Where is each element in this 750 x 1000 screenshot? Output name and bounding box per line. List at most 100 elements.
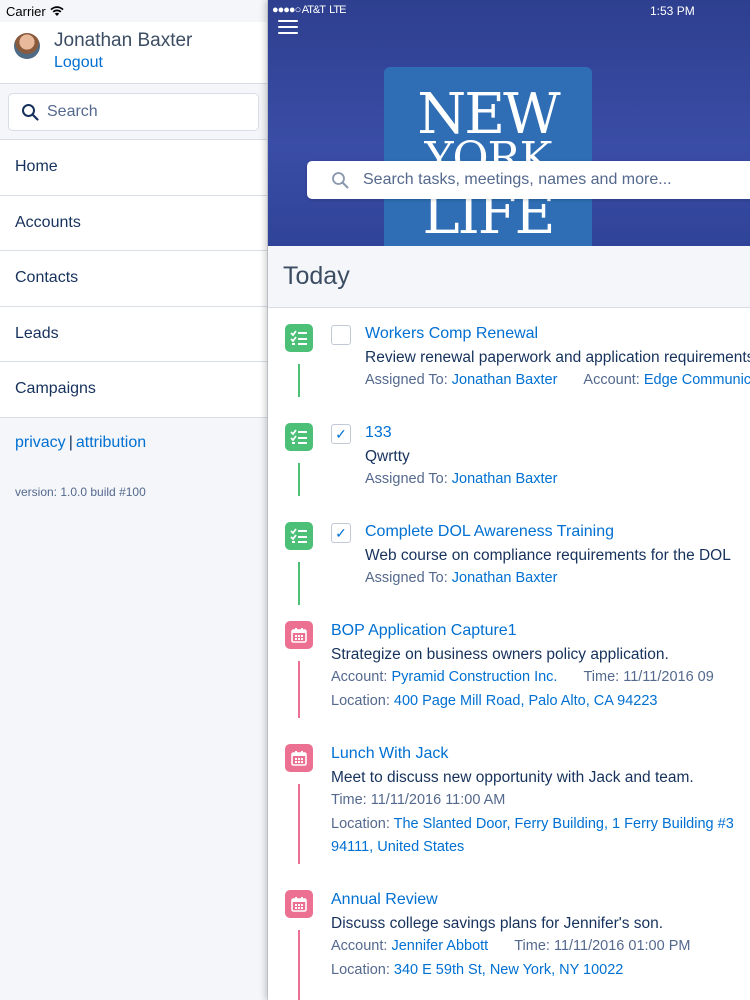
- clock: 1:53 PM: [650, 4, 695, 18]
- device-status-bar: ●●●●○ AT&T LTE 1:53 PM: [268, 0, 750, 20]
- event-time: 11/11/2016 11:00 AM: [370, 792, 506, 808]
- time-label: Time:: [583, 669, 620, 685]
- event-title[interactable]: Annual Review: [331, 888, 690, 912]
- assigned-to-link[interactable]: Jonathan Baxter: [452, 471, 558, 487]
- timeline-line: [298, 463, 300, 496]
- global-search-placeholder: Search tasks, meetings, names and more..…: [363, 171, 672, 188]
- assigned-label: Assigned To:: [365, 570, 448, 586]
- nav-item-campaigns[interactable]: Campaigns: [0, 362, 267, 418]
- sidebar-search-placeholder: Search: [47, 103, 98, 120]
- network-type: LTE: [329, 4, 346, 16]
- sidebar-search-input[interactable]: Search: [8, 93, 259, 131]
- location-label: Location:: [331, 692, 390, 709]
- company-logo: NEW YORK LIFE: [384, 67, 592, 246]
- event-description: Strategize on business owners policy app…: [331, 645, 669, 663]
- wifi-icon: [50, 5, 64, 16]
- assigned-to-link[interactable]: Jonathan Baxter: [452, 372, 558, 388]
- task-title[interactable]: 133: [365, 421, 557, 445]
- carrier-label: Carrier: [6, 3, 46, 19]
- list-item: BOP Application Capture1 Strategize on b…: [268, 605, 750, 728]
- signal-indicator: ●●●●○ AT&T LTE: [272, 4, 346, 16]
- task-title[interactable]: Workers Comp Renewal: [365, 322, 750, 346]
- user-name: Jonathan Baxter: [54, 30, 193, 51]
- event-description: Discuss college savings plans for Jennif…: [331, 914, 664, 932]
- assigned-label: Assigned To:: [365, 471, 448, 487]
- time-label: Time:: [331, 792, 367, 808]
- task-checkbox[interactable]: ✓: [331, 523, 351, 543]
- list-item: ✓ Complete DOL Awareness Training Web co…: [268, 506, 750, 605]
- location-label: Location:: [331, 815, 390, 832]
- account-link[interactable]: Jennifer Abbott: [391, 938, 488, 954]
- account-label: Account:: [583, 372, 640, 388]
- calendar-icon: [285, 621, 313, 649]
- nav-label: Home: [15, 158, 58, 176]
- account-label: Account:: [331, 938, 388, 954]
- list-item: ✓ 133 Qwrtty Assigned To: Jonathan Baxte…: [268, 407, 750, 506]
- menu-icon[interactable]: [278, 20, 298, 38]
- account-link[interactable]: Pyramid Construction Inc.: [391, 669, 557, 685]
- attribution-link[interactable]: attribution: [76, 434, 146, 451]
- signal-dots: ●●●●○: [272, 4, 301, 16]
- task-title[interactable]: Complete DOL Awareness Training: [365, 520, 731, 544]
- nav-label: Contacts: [15, 269, 79, 287]
- task-description: Qwrtty: [365, 447, 410, 465]
- nav-label: Campaigns: [15, 380, 96, 398]
- task-icon: [285, 423, 313, 451]
- task-description: Review renewal paperwork and application…: [365, 348, 750, 366]
- section-header: Today: [268, 246, 750, 308]
- footer-links: privacy | attribution: [0, 418, 267, 452]
- privacy-link[interactable]: privacy: [15, 434, 66, 451]
- assigned-label: Assigned To:: [365, 372, 448, 388]
- task-icon: [285, 324, 313, 352]
- event-title[interactable]: Lunch With Jack: [331, 742, 734, 766]
- assigned-to-link[interactable]: Jonathan Baxter: [452, 570, 558, 586]
- timeline-line: [298, 661, 300, 718]
- nav-item-accounts[interactable]: Accounts: [0, 195, 267, 251]
- list-item: Lunch With Jack Meet to discuss new oppo…: [268, 728, 750, 874]
- task-checkbox[interactable]: ✓: [331, 424, 351, 444]
- location-link-line-2[interactable]: 94111, United States: [331, 839, 464, 855]
- nav-item-contacts[interactable]: Contacts: [0, 251, 267, 307]
- list-item: Workers Comp Renewal Review renewal pape…: [268, 308, 750, 407]
- calendar-icon: [285, 744, 313, 772]
- link-separator: |: [68, 433, 73, 451]
- task-icon: [285, 522, 313, 550]
- nav-item-leads[interactable]: Leads: [0, 306, 267, 362]
- main-panel: ●●●●○ AT&T LTE 1:53 PM NEW YORK LIFE Sea…: [268, 0, 750, 1000]
- location-label: Location:: [331, 961, 390, 978]
- avatar[interactable]: [14, 33, 40, 59]
- account-label: Account:: [331, 669, 388, 685]
- nav-label: Accounts: [15, 213, 81, 231]
- search-icon: [22, 104, 39, 121]
- location-link[interactable]: 400 Page Mill Road, Palo Alto, CA 94223: [394, 693, 658, 709]
- nav-label: Leads: [15, 324, 59, 342]
- hero-banner: ●●●●○ AT&T LTE 1:53 PM NEW YORK LIFE Sea…: [268, 0, 750, 246]
- sidebar: Carrier Jonathan Baxter Logout Search Ho…: [0, 0, 268, 1000]
- global-search-input[interactable]: Search tasks, meetings, names and more..…: [307, 161, 750, 199]
- nav-item-home[interactable]: Home: [0, 140, 267, 196]
- time-label: Time:: [514, 938, 550, 954]
- timeline-line: [298, 784, 300, 864]
- event-time: 11/11/2016 01:00 PM: [553, 938, 691, 954]
- version-label: version: 1.0.0 build #100: [15, 484, 146, 499]
- event-time: 11/11/2016 09: [623, 669, 714, 685]
- calendar-icon: [285, 890, 313, 918]
- location-link[interactable]: The Slanted Door, Ferry Building, 1 Ferr…: [394, 816, 734, 832]
- event-title[interactable]: BOP Application Capture1: [331, 619, 714, 643]
- timeline-line: [298, 562, 300, 605]
- activity-timeline: Workers Comp Renewal Review renewal pape…: [268, 308, 750, 1000]
- timeline-line: [298, 364, 300, 397]
- location-link[interactable]: 340 E 59th St, New York, NY 10022: [394, 962, 623, 978]
- logout-link[interactable]: Logout: [54, 54, 103, 72]
- event-description: Meet to discuss new opportunity with Jac…: [331, 768, 694, 786]
- status-bar: Carrier: [0, 0, 267, 22]
- timeline-line: [298, 930, 300, 1000]
- checkmark-icon: ✓: [335, 524, 347, 541]
- account-link[interactable]: Edge Communications: [644, 372, 750, 388]
- task-checkbox[interactable]: [331, 325, 351, 345]
- list-item: Annual Review Discuss college savings pl…: [268, 874, 750, 1000]
- carrier-name: AT&T: [301, 4, 326, 16]
- task-description: Web course on compliance requirements fo…: [365, 546, 731, 564]
- section-title: Today: [283, 262, 350, 290]
- user-header: Jonathan Baxter Logout: [0, 22, 267, 84]
